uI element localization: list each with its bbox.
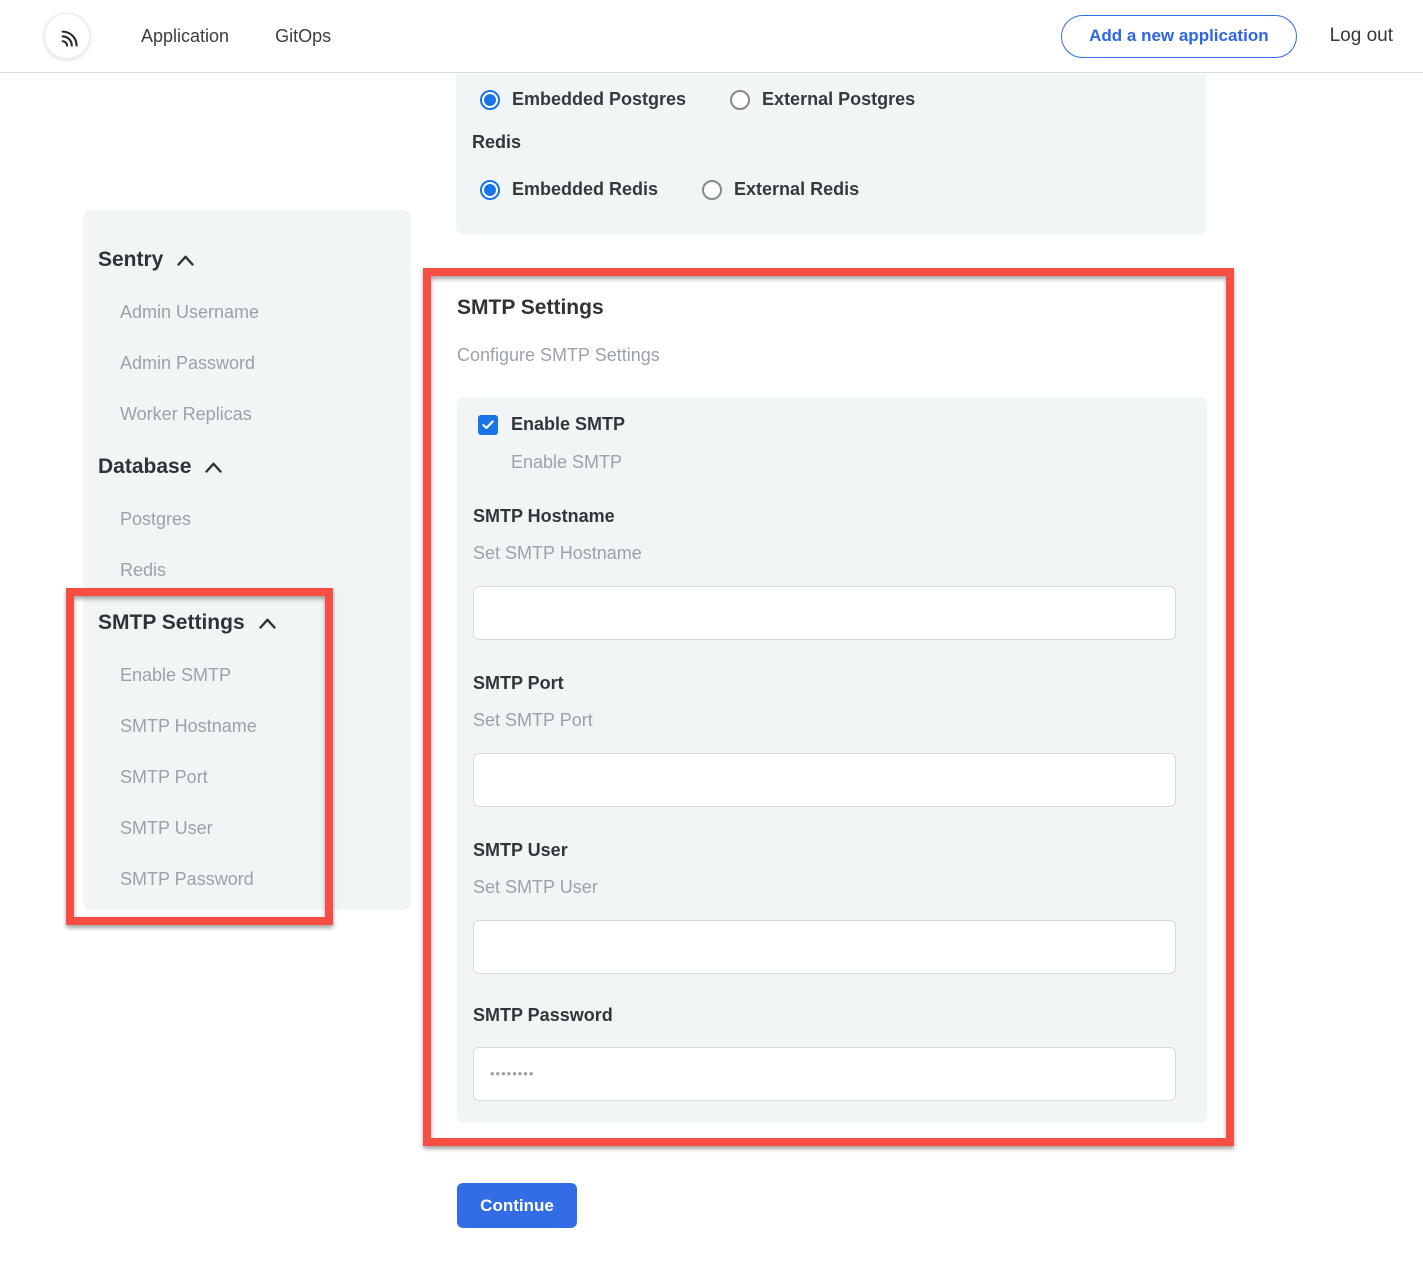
sidebar-item-postgres[interactable]: Postgres: [120, 494, 411, 545]
nav-right: Add a new application Log out: [1061, 15, 1393, 58]
app-logo[interactable]: [44, 13, 90, 59]
sidebar-group-title: Database: [98, 455, 191, 479]
sidebar-group-title: Sentry: [98, 248, 163, 272]
logout-link[interactable]: Log out: [1330, 25, 1393, 47]
radio-embedded-postgres[interactable]: Embedded Postgres: [480, 89, 686, 110]
sidebar-item-enable-smtp[interactable]: Enable SMTP: [120, 650, 411, 701]
chevron-up-icon: [259, 618, 276, 629]
enable-smtp-help: Enable SMTP: [511, 452, 1176, 473]
smtp-hostname-field-group: SMTP Hostname Set SMTP Hostname: [473, 506, 1176, 640]
radio-external-redis[interactable]: External Redis: [702, 179, 859, 200]
sidebar-item-smtp-password[interactable]: SMTP Password: [120, 854, 411, 905]
add-new-application-button[interactable]: Add a new application: [1061, 15, 1296, 58]
checkbox-checked-icon[interactable]: [478, 415, 498, 435]
radio-selected-icon[interactable]: [480, 90, 500, 110]
smtp-hostname-label: SMTP Hostname: [473, 506, 1176, 527]
smtp-user-field-group: SMTP User Set SMTP User: [473, 840, 1176, 974]
sidebar-item-smtp-hostname[interactable]: SMTP Hostname: [120, 701, 411, 752]
smtp-hostname-input[interactable]: [473, 586, 1176, 640]
radio-unselected-icon[interactable]: [702, 180, 722, 200]
sidebar-group-title: SMTP Settings: [98, 611, 245, 635]
radio-unselected-icon[interactable]: [730, 90, 750, 110]
chevron-up-icon: [205, 462, 222, 473]
sidebar-item-admin-password[interactable]: Admin Password: [120, 338, 411, 389]
radio-selected-icon[interactable]: [480, 180, 500, 200]
redis-group-label: Redis: [472, 132, 1182, 153]
enable-smtp-checkbox-row[interactable]: Enable SMTP: [478, 414, 1176, 435]
sidebar-item-admin-username[interactable]: Admin Username: [120, 287, 411, 338]
smtp-user-help: Set SMTP User: [473, 877, 1176, 898]
smtp-settings-card: SMTP Settings Configure SMTP Settings En…: [423, 268, 1234, 1146]
sidebar-group-sentry[interactable]: Sentry: [98, 233, 411, 287]
chevron-up-icon: [177, 255, 194, 266]
radio-external-postgres[interactable]: External Postgres: [730, 89, 915, 110]
smtp-hostname-help: Set SMTP Hostname: [473, 543, 1176, 564]
enable-smtp-label: Enable SMTP: [511, 414, 625, 435]
radio-label: Embedded Postgres: [512, 89, 686, 110]
sentry-logo-icon: [53, 22, 81, 50]
smtp-port-help: Set SMTP Port: [473, 710, 1176, 731]
smtp-user-label: SMTP User: [473, 840, 1176, 861]
smtp-port-field-group: SMTP Port Set SMTP Port: [473, 673, 1176, 807]
radio-label: Embedded Redis: [512, 179, 658, 200]
sidebar-group-smtp-settings[interactable]: SMTP Settings: [98, 596, 411, 650]
continue-button[interactable]: Continue: [457, 1183, 577, 1228]
smtp-password-label: SMTP Password: [473, 1005, 1176, 1026]
sidebar-item-redis[interactable]: Redis: [120, 545, 411, 596]
config-nav-sidebar: Sentry Admin Username Admin Password Wor…: [83, 210, 411, 910]
smtp-card-subtitle: Configure SMTP Settings: [457, 345, 1200, 366]
redis-radio-group: Embedded Redis External Redis: [480, 179, 1182, 200]
postgres-radio-group: Embedded Postgres External Postgres: [480, 89, 1182, 110]
sidebar-item-smtp-user[interactable]: SMTP User: [120, 803, 411, 854]
smtp-card-title: SMTP Settings: [457, 296, 1200, 320]
radio-label: External Redis: [734, 179, 859, 200]
smtp-form-card: Enable SMTP Enable SMTP SMTP Hostname Se…: [457, 397, 1207, 1123]
smtp-password-field-group: SMTP Password: [473, 1005, 1176, 1101]
nav-link-application[interactable]: Application: [141, 26, 229, 47]
sidebar-group-database[interactable]: Database: [98, 440, 411, 494]
radio-embedded-redis[interactable]: Embedded Redis: [480, 179, 658, 200]
radio-label: External Postgres: [762, 89, 915, 110]
sidebar-item-smtp-port[interactable]: SMTP Port: [120, 752, 411, 803]
smtp-user-input[interactable]: [473, 920, 1176, 974]
nav-link-gitops[interactable]: GitOps: [275, 26, 331, 47]
top-navbar: Application GitOps Add a new application…: [0, 0, 1423, 73]
smtp-port-input[interactable]: [473, 753, 1176, 807]
smtp-port-label: SMTP Port: [473, 673, 1176, 694]
database-options-card: Embedded Postgres External Postgres Redi…: [456, 74, 1206, 235]
nav-links: Application GitOps: [141, 26, 331, 47]
smtp-password-input[interactable]: [473, 1047, 1176, 1101]
sidebar-item-worker-replicas[interactable]: Worker Replicas: [120, 389, 411, 440]
